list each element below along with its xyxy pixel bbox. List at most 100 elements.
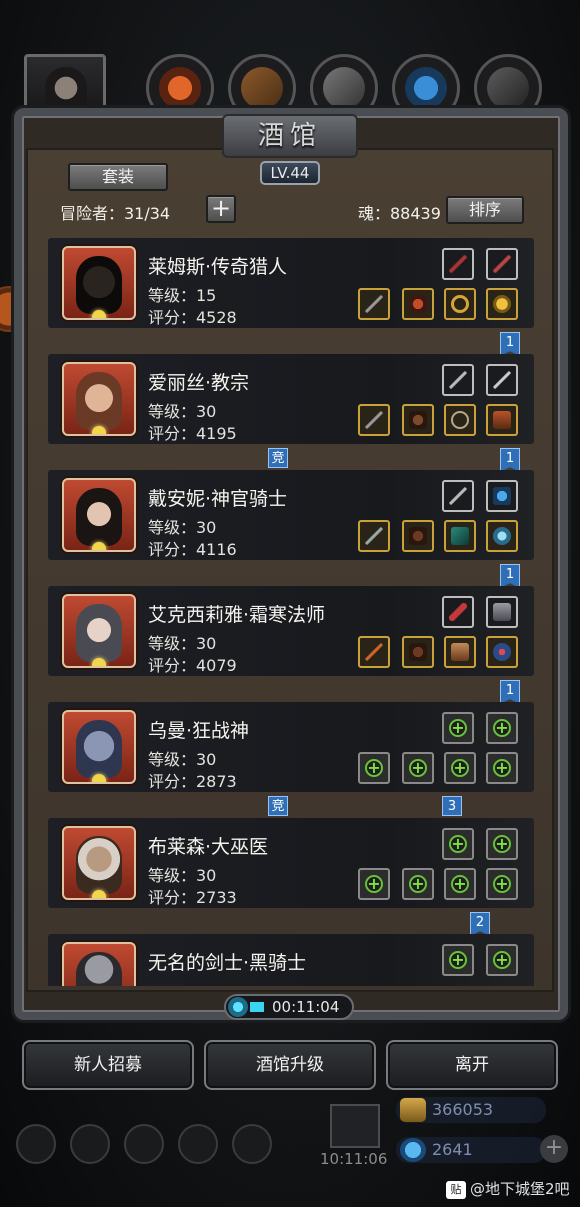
armor-slot-icon[interactable]	[402, 520, 434, 552]
hero-avatar[interactable]	[62, 478, 136, 552]
hero-name: 布莱森·大巫医	[148, 836, 269, 858]
dagger-slot-icon[interactable]	[486, 364, 518, 396]
moon-icon	[92, 310, 106, 318]
hero-score: 评分：4195	[148, 424, 237, 443]
hero-score: 评分：2733	[148, 888, 237, 907]
hero-card[interactable]: 布莱森·大巫医 等级：30 评分：2733 + + + + + +	[48, 818, 534, 908]
hero-card[interactable]: 爱丽丝·教宗 等级：30 评分：4195	[48, 354, 534, 444]
sword-slot-icon[interactable]	[358, 288, 390, 320]
armor-slot-icon[interactable]	[402, 404, 434, 436]
hero-card[interactable]: 艾克西莉雅·霜寒法师 等级：30 评分：4079	[48, 586, 534, 676]
hero-name: 无名的剑士·黑骑士	[148, 952, 307, 974]
soul-count: 魂：88439	[358, 204, 441, 223]
robe-slot-icon[interactable]	[402, 636, 434, 668]
gift-box-icon[interactable]	[330, 1104, 380, 1148]
armor-slot-icon[interactable]	[402, 288, 434, 320]
moon-icon	[92, 890, 106, 898]
hero-avatar[interactable]	[62, 362, 136, 436]
rank-ribbon: 1	[500, 332, 520, 356]
ring-slot-icon[interactable]	[486, 288, 518, 320]
hero-name: 乌曼·狂战神	[148, 720, 250, 742]
skill-icon[interactable]	[70, 1124, 110, 1164]
leave-button[interactable]: 离开	[386, 1040, 558, 1090]
add-equipment-icon[interactable]: +	[402, 868, 434, 900]
add-equipment-icon[interactable]: +	[444, 752, 476, 784]
hero-avatar[interactable]	[62, 942, 136, 986]
gem-slot-icon[interactable]	[444, 520, 476, 552]
hero-name: 艾克西莉雅·霜寒法师	[148, 604, 326, 626]
boots-slot-icon[interactable]	[486, 404, 518, 436]
hero-list[interactable]: 莱姆斯·传奇猎人 等级：15 评分：4528 1 爱丽丝·教宗 等级：30 评分…	[48, 238, 534, 986]
add-equipment-icon[interactable]: +	[402, 752, 434, 784]
rank-ribbon: 1	[500, 448, 520, 472]
moon-icon	[92, 774, 106, 782]
hero-score: 评分：4079	[148, 656, 237, 675]
timer-text: 00:11:04	[272, 998, 340, 1016]
add-equipment-icon[interactable]: +	[442, 944, 474, 976]
title-plate: 酒馆	[222, 114, 358, 158]
weapon-slot-icon[interactable]	[442, 248, 474, 280]
orb-slot-icon[interactable]	[486, 520, 518, 552]
staff-slot-icon[interactable]	[358, 520, 390, 552]
adventurer-count: 冒险者：31/34	[60, 204, 171, 223]
hero-level: 等级：30	[148, 866, 217, 885]
add-equipment-icon[interactable]: +	[358, 868, 390, 900]
add-equipment-icon[interactable]: +	[358, 752, 390, 784]
add-equipment-icon[interactable]: +	[486, 828, 518, 860]
hero-score: 评分：4116	[148, 540, 237, 559]
suit-button[interactable]: 套装	[68, 163, 168, 191]
add-equipment-icon[interactable]: +	[486, 868, 518, 900]
hero-card[interactable]: 乌曼·狂战神 等级：30 评分：2873 + + + + + +	[48, 702, 534, 792]
sort-button[interactable]: 排序	[446, 196, 524, 224]
upgrade-tavern-button[interactable]: 酒馆升级	[204, 1040, 376, 1090]
hero-avatar[interactable]	[62, 594, 136, 668]
dagger-slot-icon[interactable]	[442, 364, 474, 396]
wand-slot-icon[interactable]	[358, 636, 390, 668]
ring-slot-icon[interactable]	[444, 288, 476, 320]
add-equipment-icon[interactable]: +	[442, 712, 474, 744]
gem-amount: 2641	[432, 1140, 473, 1159]
rank-ribbon: 1	[500, 564, 520, 588]
amulet-slot-icon[interactable]	[486, 636, 518, 668]
add-equipment-icon[interactable]: +	[486, 712, 518, 744]
necklace-slot-icon[interactable]	[444, 404, 476, 436]
recruit-button[interactable]: 新人招募	[22, 1040, 194, 1090]
rank-ribbon: 2	[470, 912, 490, 936]
hero-avatar[interactable]	[62, 826, 136, 900]
hero-card[interactable]: 戴安妮·神官骑士 等级：30 评分：4116	[48, 470, 534, 560]
crystal-slot-icon[interactable]	[486, 480, 518, 512]
gem-counter: 2641	[396, 1137, 546, 1163]
hero-level: 等级：30	[148, 518, 217, 537]
rank-ribbon: 1	[500, 680, 520, 704]
arena-tag: 竞	[268, 448, 288, 468]
mail-icon[interactable]	[178, 1124, 218, 1164]
hero-card[interactable]: 无名的剑士·黑骑士 + +	[48, 934, 534, 986]
tavern-level-badge: LV.44	[260, 161, 320, 185]
settings-gear-icon[interactable]	[16, 1124, 56, 1164]
add-equipment-icon[interactable]: +	[486, 944, 518, 976]
scroll-slot-icon[interactable]	[442, 596, 474, 628]
weapon-slot-icon[interactable]	[486, 248, 518, 280]
gold-amount: 366053	[432, 1100, 494, 1119]
timer-progress	[250, 1002, 264, 1012]
hero-level: 等级：30	[148, 402, 217, 421]
hero-name: 爱丽丝·教宗	[148, 372, 250, 394]
map-icon[interactable]	[124, 1124, 164, 1164]
book-slot-icon[interactable]	[486, 596, 518, 628]
boots-slot-icon[interactable]	[444, 636, 476, 668]
add-currency-button[interactable]: +	[540, 1135, 568, 1163]
watermark: 贴 @地下城堡2吧	[446, 1178, 570, 1199]
hero-avatar[interactable]	[62, 710, 136, 784]
hero-name: 莱姆斯·传奇猎人	[148, 256, 288, 278]
add-equipment-icon[interactable]: +	[444, 868, 476, 900]
add-adventurer-button[interactable]: +	[206, 195, 236, 223]
mace-slot-icon[interactable]	[358, 404, 390, 436]
add-equipment-icon[interactable]: +	[442, 828, 474, 860]
hero-card[interactable]: 莱姆斯·传奇猎人 等级：15 评分：4528	[48, 238, 534, 328]
hero-avatar[interactable]	[62, 246, 136, 320]
quest-icon[interactable]	[232, 1124, 272, 1164]
add-equipment-icon[interactable]: +	[486, 752, 518, 784]
hero-score: 评分：2873	[148, 772, 237, 791]
hourglass-icon	[228, 997, 248, 1017]
dagger-slot-icon[interactable]	[442, 480, 474, 512]
